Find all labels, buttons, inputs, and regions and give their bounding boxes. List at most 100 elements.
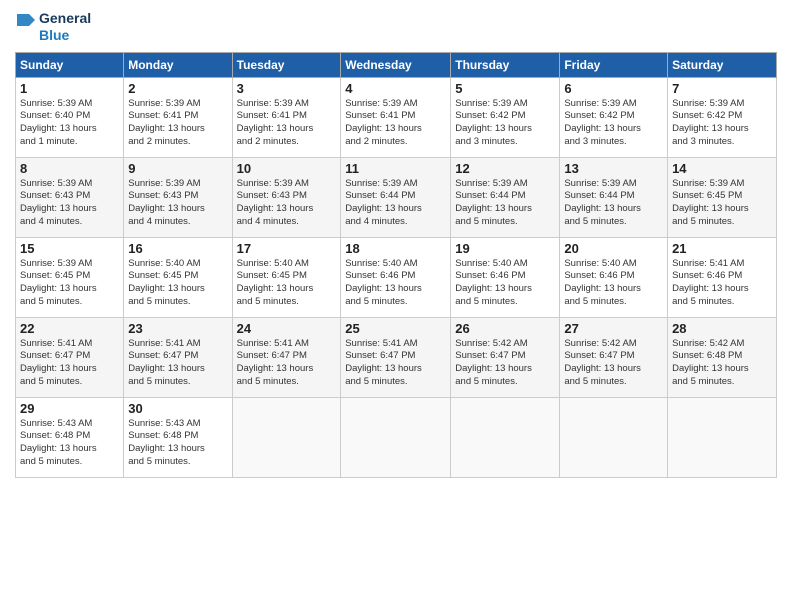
day-cell: 7 Sunrise: 5:39 AM Sunset: 6:42 PM Daylig… <box>668 77 777 157</box>
day-info: Sunrise: 5:40 AM Sunset: 6:45 PM Dayligh… <box>237 258 337 309</box>
day-number: 4 <box>345 81 446 96</box>
day-number: 5 <box>455 81 555 96</box>
day-info: Sunrise: 5:39 AM Sunset: 6:45 PM Dayligh… <box>20 258 119 309</box>
col-header-wednesday: Wednesday <box>341 52 451 77</box>
day-info: Sunrise: 5:41 AM Sunset: 6:47 PM Dayligh… <box>20 338 119 389</box>
day-cell: 3 Sunrise: 5:39 AM Sunset: 6:41 PM Daylig… <box>232 77 341 157</box>
day-info: Sunrise: 5:39 AM Sunset: 6:43 PM Dayligh… <box>128 178 227 229</box>
day-info: Sunrise: 5:39 AM Sunset: 6:42 PM Dayligh… <box>672 98 772 149</box>
logo-general: General <box>39 10 91 27</box>
day-number: 17 <box>237 241 337 256</box>
day-info: Sunrise: 5:41 AM Sunset: 6:47 PM Dayligh… <box>128 338 227 389</box>
day-info: Sunrise: 5:39 AM Sunset: 6:41 PM Dayligh… <box>237 98 337 149</box>
day-cell: 12 Sunrise: 5:39 AM Sunset: 6:44 PM Dayli… <box>451 157 560 237</box>
day-number: 29 <box>20 401 119 416</box>
day-info: Sunrise: 5:40 AM Sunset: 6:46 PM Dayligh… <box>455 258 555 309</box>
logo: General Blue <box>15 10 91 44</box>
day-info: Sunrise: 5:39 AM Sunset: 6:40 PM Dayligh… <box>20 98 119 149</box>
day-info: Sunrise: 5:41 AM Sunset: 6:47 PM Dayligh… <box>237 338 337 389</box>
day-info: Sunrise: 5:39 AM Sunset: 6:44 PM Dayligh… <box>564 178 663 229</box>
day-info: Sunrise: 5:40 AM Sunset: 6:45 PM Dayligh… <box>128 258 227 309</box>
day-cell: 24Sunrise: 5:41 AM Sunset: 6:47 PM Dayli… <box>232 317 341 397</box>
day-info: Sunrise: 5:39 AM Sunset: 6:44 PM Dayligh… <box>455 178 555 229</box>
day-number: 22 <box>20 321 119 336</box>
day-cell: 26Sunrise: 5:42 AM Sunset: 6:47 PM Dayli… <box>451 317 560 397</box>
day-cell: 30Sunrise: 5:43 AM Sunset: 6:48 PM Dayli… <box>124 397 232 477</box>
day-info: Sunrise: 5:39 AM Sunset: 6:43 PM Dayligh… <box>237 178 337 229</box>
day-info: Sunrise: 5:42 AM Sunset: 6:47 PM Dayligh… <box>564 338 663 389</box>
day-number: 6 <box>564 81 663 96</box>
day-number: 1 <box>20 81 119 96</box>
header-area: General Blue <box>15 10 777 44</box>
day-info: Sunrise: 5:40 AM Sunset: 6:46 PM Dayligh… <box>345 258 446 309</box>
day-number: 15 <box>20 241 119 256</box>
calendar-table: SundayMondayTuesdayWednesdayThursdayFrid… <box>15 52 777 478</box>
day-info: Sunrise: 5:41 AM Sunset: 6:47 PM Dayligh… <box>345 338 446 389</box>
day-cell: 25 Sunrise: 5:41 AM Sunset: 6:47 PM Dayli… <box>341 317 451 397</box>
day-number: 20 <box>564 241 663 256</box>
day-info: Sunrise: 5:39 AM Sunset: 6:41 PM Dayligh… <box>345 98 446 149</box>
day-cell <box>451 397 560 477</box>
day-number: 19 <box>455 241 555 256</box>
day-number: 3 <box>237 81 337 96</box>
day-cell: 11 Sunrise: 5:39 AM Sunset: 6:44 PM Dayli… <box>341 157 451 237</box>
day-cell: 17 Sunrise: 5:40 AM Sunset: 6:45 PM Dayli… <box>232 237 341 317</box>
day-info: Sunrise: 5:39 AM Sunset: 6:43 PM Dayligh… <box>20 178 119 229</box>
day-info: Sunrise: 5:40 AM Sunset: 6:46 PM Dayligh… <box>564 258 663 309</box>
day-cell: 2Sunrise: 5:39 AM Sunset: 6:41 PM Daylig… <box>124 77 232 157</box>
col-header-saturday: Saturday <box>668 52 777 77</box>
day-cell: 9 Sunrise: 5:39 AM Sunset: 6:43 PM Daylig… <box>124 157 232 237</box>
col-header-thursday: Thursday <box>451 52 560 77</box>
day-cell <box>668 397 777 477</box>
day-number: 11 <box>345 161 446 176</box>
day-info: Sunrise: 5:42 AM Sunset: 6:48 PM Dayligh… <box>672 338 772 389</box>
day-number: 18 <box>345 241 446 256</box>
day-number: 12 <box>455 161 555 176</box>
day-cell <box>341 397 451 477</box>
day-cell: 16 Sunrise: 5:40 AM Sunset: 6:45 PM Dayli… <box>124 237 232 317</box>
day-info: Sunrise: 5:39 AM Sunset: 6:45 PM Dayligh… <box>672 178 772 229</box>
week-row-1: 1 Sunrise: 5:39 AM Sunset: 6:40 PM Daylig… <box>16 77 777 157</box>
day-info: Sunrise: 5:39 AM Sunset: 6:44 PM Dayligh… <box>345 178 446 229</box>
day-cell: 27Sunrise: 5:42 AM Sunset: 6:47 PM Dayli… <box>560 317 668 397</box>
day-cell: 19 Sunrise: 5:40 AM Sunset: 6:46 PM Dayli… <box>451 237 560 317</box>
day-cell: 23Sunrise: 5:41 AM Sunset: 6:47 PM Dayli… <box>124 317 232 397</box>
day-number: 10 <box>237 161 337 176</box>
day-number: 9 <box>128 161 227 176</box>
day-info: Sunrise: 5:39 AM Sunset: 6:42 PM Dayligh… <box>564 98 663 149</box>
day-info: Sunrise: 5:43 AM Sunset: 6:48 PM Dayligh… <box>20 418 119 469</box>
page-container: General Blue SundayMondayTuesdayWednesda… <box>0 0 792 488</box>
day-number: 21 <box>672 241 772 256</box>
day-cell: 18 Sunrise: 5:40 AM Sunset: 6:46 PM Dayli… <box>341 237 451 317</box>
day-cell <box>232 397 341 477</box>
col-header-tuesday: Tuesday <box>232 52 341 77</box>
day-number: 13 <box>564 161 663 176</box>
day-info: Sunrise: 5:41 AM Sunset: 6:46 PM Dayligh… <box>672 258 772 309</box>
day-number: 26 <box>455 321 555 336</box>
week-row-4: 22 Sunrise: 5:41 AM Sunset: 6:47 PM Dayli… <box>16 317 777 397</box>
day-cell: 8Sunrise: 5:39 AM Sunset: 6:43 PM Daylig… <box>16 157 124 237</box>
day-number: 2 <box>128 81 227 96</box>
day-cell: 4 Sunrise: 5:39 AM Sunset: 6:41 PM Daylig… <box>341 77 451 157</box>
day-number: 7 <box>672 81 772 96</box>
day-number: 16 <box>128 241 227 256</box>
col-header-sunday: Sunday <box>16 52 124 77</box>
day-info: Sunrise: 5:39 AM Sunset: 6:42 PM Dayligh… <box>455 98 555 149</box>
header-row: SundayMondayTuesdayWednesdayThursdayFrid… <box>16 52 777 77</box>
day-number: 25 <box>345 321 446 336</box>
day-cell: 10 Sunrise: 5:39 AM Sunset: 6:43 PM Dayli… <box>232 157 341 237</box>
day-cell: 28Sunrise: 5:42 AM Sunset: 6:48 PM Dayli… <box>668 317 777 397</box>
day-cell: 15 Sunrise: 5:39 AM Sunset: 6:45 PM Dayli… <box>16 237 124 317</box>
day-cell: 5 Sunrise: 5:39 AM Sunset: 6:42 PM Daylig… <box>451 77 560 157</box>
day-cell: 20 Sunrise: 5:40 AM Sunset: 6:46 PM Dayli… <box>560 237 668 317</box>
day-cell: 1 Sunrise: 5:39 AM Sunset: 6:40 PM Daylig… <box>16 77 124 157</box>
day-info: Sunrise: 5:43 AM Sunset: 6:48 PM Dayligh… <box>128 418 227 469</box>
logo-blue: Blue <box>39 27 91 44</box>
week-row-2: 8Sunrise: 5:39 AM Sunset: 6:43 PM Daylig… <box>16 157 777 237</box>
day-cell: 29 Sunrise: 5:43 AM Sunset: 6:48 PM Dayli… <box>16 397 124 477</box>
col-header-monday: Monday <box>124 52 232 77</box>
week-row-3: 15 Sunrise: 5:39 AM Sunset: 6:45 PM Dayli… <box>16 237 777 317</box>
week-row-5: 29 Sunrise: 5:43 AM Sunset: 6:48 PM Dayli… <box>16 397 777 477</box>
day-cell: 6 Sunrise: 5:39 AM Sunset: 6:42 PM Daylig… <box>560 77 668 157</box>
day-cell: 22 Sunrise: 5:41 AM Sunset: 6:47 PM Dayli… <box>16 317 124 397</box>
